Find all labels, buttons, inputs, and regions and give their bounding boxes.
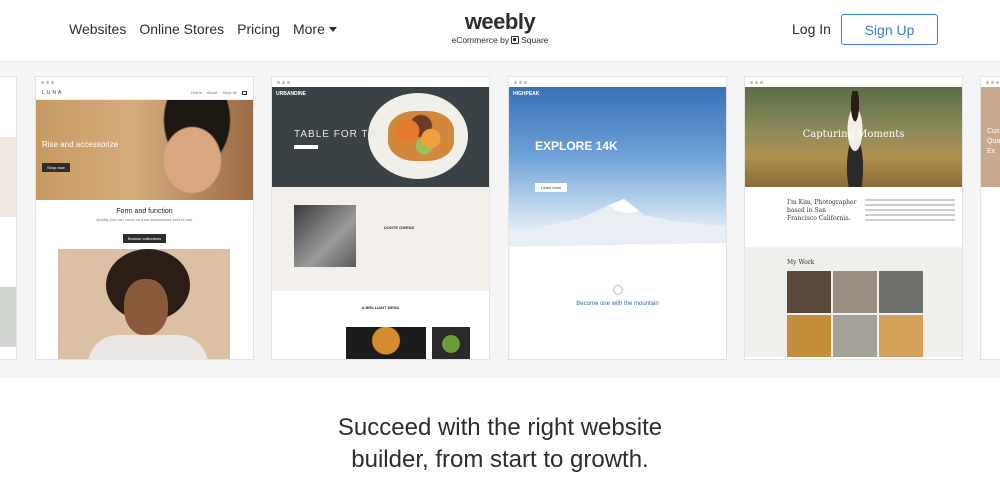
kim-hero-title: Capturing Moments <box>802 129 905 140</box>
page-headline: Succeed with the right website builder, … <box>0 412 1000 476</box>
login-link[interactable]: Log In <box>792 21 831 37</box>
logo-subtitle: eCommerce by Square <box>450 34 550 46</box>
top-navigation-bar: Websites Online Stores Pricing More weeb… <box>0 0 1000 62</box>
urbandine-about: DONTE OWENS <box>272 187 489 291</box>
template-card-highpeak[interactable]: HIGHPEAK EXPLORE 14K Learn more Become o… <box>508 76 727 360</box>
nav-pricing[interactable]: Pricing <box>237 21 280 37</box>
highpeak-hero: HIGHPEAK EXPLORE 14K Learn more <box>509 87 726 275</box>
weebly-logo[interactable]: weebly eCommerce by Square <box>450 10 550 46</box>
urbandine-menu-title: A BRILLIANT MENU <box>361 305 400 310</box>
luna-nav-link: Shop All <box>222 90 237 95</box>
template-carousel: LUNA Home About Shop All Rise and access… <box>0 62 1000 378</box>
template-card-urbandine[interactable]: URBANDINE TABLE FOR TWO DONTE OWENS A BR… <box>271 76 490 360</box>
grid-photo <box>879 271 923 313</box>
partial-image <box>0 287 16 347</box>
square-logo-icon <box>511 36 520 44</box>
dish-photo <box>346 327 426 359</box>
nav-more-label: More <box>292 21 325 37</box>
urbandine-hero-title: TABLE FOR TWO <box>294 129 388 140</box>
template-card-partial-right[interactable]: Cus Qua Ex <box>980 76 1000 360</box>
urbandine-logo: URBANDINE <box>276 91 306 97</box>
browser-chrome <box>981 77 1000 87</box>
kim-intro: I'm Kim, Photographer based in San Franc… <box>787 199 857 222</box>
luna-logo: LUNA <box>42 90 64 96</box>
grid-photo <box>833 315 877 357</box>
grid-photo <box>787 315 831 357</box>
luna-section: Form and function Quality you can count … <box>36 200 253 245</box>
template-card-luna[interactable]: LUNA Home About Shop All Rise and access… <box>35 76 254 360</box>
luna-hero: Rise and accessorize Shop now <box>36 100 253 200</box>
highpeak-section: Become one with the mountain <box>509 275 726 307</box>
main-nav: Websites Online Stores Pricing More <box>69 21 337 37</box>
browser-chrome <box>36 77 253 87</box>
nav-more[interactable]: More <box>293 21 337 37</box>
kim-work-title: My Work <box>787 259 815 266</box>
portrait-photo <box>58 249 230 359</box>
urbandine-chef-name: DONTE OWENS <box>384 225 415 230</box>
mountain-illustration <box>509 199 726 275</box>
browser-chrome <box>509 77 726 87</box>
food-photo <box>388 111 454 161</box>
urbandine-menu: A BRILLIANT MENU <box>272 291 489 311</box>
urbandine-hero: URBANDINE TABLE FOR TWO <box>272 87 489 187</box>
headline-line-2: builder, from start to growth. <box>351 446 649 473</box>
model-photo <box>140 100 235 200</box>
template-card-partial-left[interactable] <box>0 76 17 360</box>
luna-hero-text: Rise and accessorize <box>42 140 119 149</box>
highpeak-logo: HIGHPEAK <box>513 91 540 97</box>
cart-icon <box>242 91 247 95</box>
chevron-down-icon <box>328 27 337 32</box>
luna-hero-button: Shop now <box>42 163 70 172</box>
photo-grid <box>787 271 923 357</box>
highpeak-tagline: Become one with the mountain <box>576 301 659 307</box>
kim-body-text <box>865 199 955 224</box>
partial-hero-text: Cus Qua Ex <box>987 128 1000 155</box>
luna-section-body: Quality you can count on from accessorie… <box>96 217 193 222</box>
grid-photo <box>879 315 923 357</box>
signup-button[interactable]: Sign Up <box>841 14 938 45</box>
grid-photo <box>787 271 831 313</box>
nav-websites[interactable]: Websites <box>69 21 126 37</box>
luna-nav-link: About <box>206 90 218 95</box>
logo-sub-brand: Square <box>521 35 549 45</box>
luna-section-title: Form and function <box>116 208 173 215</box>
browser-chrome <box>745 77 962 87</box>
partial-image <box>0 137 16 217</box>
headline-line-1: Succeed with the right website <box>337 414 663 441</box>
luna-nav-link: Home <box>191 90 202 95</box>
kim-about: I'm Kim, Photographer based in San Franc… <box>745 187 962 247</box>
logo-wordmark: weebly <box>464 9 536 34</box>
kim-portfolio: My Work <box>745 247 962 357</box>
kim-hero: Capturing Moments <box>745 87 962 187</box>
dish-photo <box>432 327 470 359</box>
circle-icon <box>612 285 623 295</box>
luna-navbar: LUNA Home About Shop All <box>36 87 253 100</box>
logo-sub-prefix: eCommerce by <box>451 35 510 45</box>
chef-photo <box>294 205 356 267</box>
grid-photo <box>833 271 877 313</box>
partial-hero: Cus Qua Ex <box>981 87 1000 187</box>
highpeak-hero-title: EXPLORE 14K <box>535 139 618 153</box>
nav-online-stores[interactable]: Online Stores <box>139 21 224 37</box>
luna-section-button: Browse collections <box>122 234 167 243</box>
browser-chrome <box>272 77 489 87</box>
template-card-kim[interactable]: Capturing Moments I'm Kim, Photographer … <box>744 76 963 360</box>
urbandine-hero-button <box>294 145 318 149</box>
highpeak-hero-button: Learn more <box>535 183 568 192</box>
